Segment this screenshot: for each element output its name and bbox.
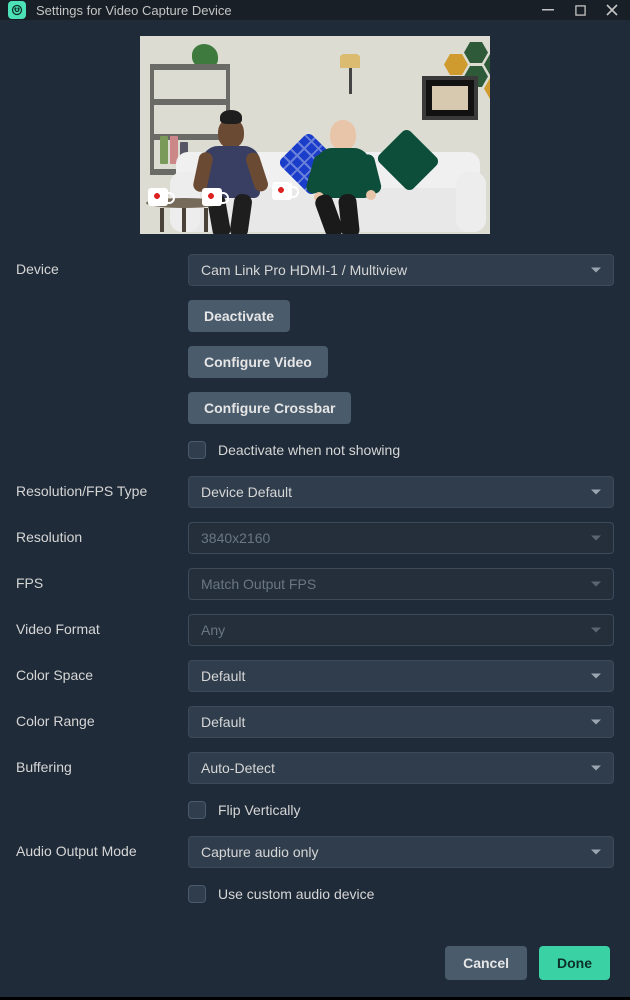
- chevron-down-icon: [591, 766, 601, 771]
- maximize-button[interactable]: [570, 0, 590, 20]
- use-custom-audio-device-checkbox[interactable]: [188, 885, 206, 903]
- resolution-fps-type-label: Resolution/FPS Type: [16, 476, 188, 499]
- app-icon: [8, 1, 26, 19]
- audio-output-mode-label: Audio Output Mode: [16, 836, 188, 859]
- close-button[interactable]: [602, 0, 622, 20]
- resolution-value: 3840x2160: [201, 530, 270, 546]
- color-range-label: Color Range: [16, 706, 188, 729]
- resolution-select: 3840x2160: [188, 522, 614, 554]
- resolution-label: Resolution: [16, 522, 188, 545]
- chevron-down-icon: [591, 268, 601, 273]
- chevron-down-icon: [591, 536, 601, 541]
- video-format-value: Any: [201, 622, 225, 638]
- cancel-button[interactable]: Cancel: [445, 946, 527, 980]
- fps-value: Match Output FPS: [201, 576, 316, 592]
- device-value: Cam Link Pro HDMI-1 / Multiview: [201, 262, 407, 278]
- use-custom-audio-device-label: Use custom audio device: [218, 886, 374, 902]
- chevron-down-icon: [591, 720, 601, 725]
- audio-output-mode-value: Capture audio only: [201, 844, 319, 860]
- settings-dialog: Settings for Video Capture Device: [0, 0, 630, 997]
- chevron-down-icon: [591, 850, 601, 855]
- buffering-value: Auto-Detect: [201, 760, 275, 776]
- color-range-select[interactable]: Default: [188, 706, 614, 738]
- dialog-footer: Cancel Done: [0, 936, 630, 1000]
- color-space-label: Color Space: [16, 660, 188, 683]
- chevron-down-icon: [591, 674, 601, 679]
- done-button[interactable]: Done: [539, 946, 610, 980]
- deactivate-when-not-showing-checkbox[interactable]: [188, 441, 206, 459]
- configure-video-button[interactable]: Configure Video: [188, 346, 328, 378]
- device-label: Device: [16, 254, 188, 277]
- color-range-value: Default: [201, 714, 245, 730]
- color-space-value: Default: [201, 668, 245, 684]
- fps-label: FPS: [16, 568, 188, 591]
- titlebar: Settings for Video Capture Device: [0, 0, 630, 20]
- configure-crossbar-button[interactable]: Configure Crossbar: [188, 392, 351, 424]
- video-format-label: Video Format: [16, 614, 188, 637]
- device-select[interactable]: Cam Link Pro HDMI-1 / Multiview: [188, 254, 614, 286]
- fps-select: Match Output FPS: [188, 568, 614, 600]
- buffering-label: Buffering: [16, 752, 188, 775]
- resolution-fps-type-select[interactable]: Device Default: [188, 476, 614, 508]
- chevron-down-icon: [591, 628, 601, 633]
- buffering-select[interactable]: Auto-Detect: [188, 752, 614, 784]
- chevron-down-icon: [591, 490, 601, 495]
- audio-output-mode-select[interactable]: Capture audio only: [188, 836, 614, 868]
- resolution-fps-type-value: Device Default: [201, 484, 292, 500]
- deactivate-when-not-showing-label: Deactivate when not showing: [218, 442, 400, 458]
- color-space-select[interactable]: Default: [188, 660, 614, 692]
- video-preview: [140, 36, 490, 234]
- window-title: Settings for Video Capture Device: [36, 3, 538, 18]
- video-format-select: Any: [188, 614, 614, 646]
- flip-vertically-checkbox[interactable]: [188, 801, 206, 819]
- flip-vertically-label: Flip Vertically: [218, 802, 300, 818]
- deactivate-button[interactable]: Deactivate: [188, 300, 290, 332]
- minimize-button[interactable]: [538, 0, 558, 20]
- chevron-down-icon: [591, 582, 601, 587]
